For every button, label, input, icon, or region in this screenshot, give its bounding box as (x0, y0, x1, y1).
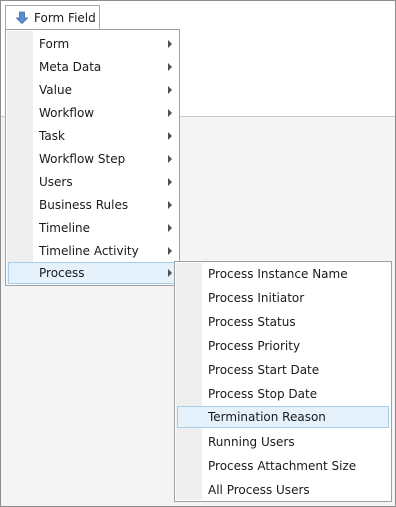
menu-item-process[interactable]: Process (8, 262, 177, 284)
menu-item-label: Process Start Date (208, 363, 320, 377)
chevron-right-icon (168, 201, 172, 209)
menu-item-timeline[interactable]: Timeline (8, 217, 177, 239)
submenu-item-process-start-date[interactable]: Process Start Date (177, 359, 389, 381)
chevron-right-icon (168, 178, 172, 186)
chevron-right-icon (168, 155, 172, 163)
submenu-item-running-users[interactable]: Running Users (177, 431, 389, 453)
submenu-item-process-instance-name[interactable]: Process Instance Name (177, 263, 389, 285)
menu-item-form[interactable]: Form (8, 33, 177, 55)
submenu-item-termination-reason[interactable]: Termination Reason (177, 406, 389, 428)
menu-item-label: Process Stop Date (208, 387, 318, 401)
menu-item-business-rules[interactable]: Business Rules (8, 194, 177, 216)
menu-item-label: Process (39, 266, 85, 280)
submenu-item-process-status[interactable]: Process Status (177, 311, 389, 333)
submenu-item-process-attachment-size[interactable]: Process Attachment Size (177, 455, 389, 477)
menu-item-label: Task (39, 129, 65, 143)
down-arrow-icon (15, 11, 29, 25)
menu-item-task[interactable]: Task (8, 125, 177, 147)
form-field-dropdown-button[interactable]: Form Field (5, 5, 100, 29)
menu-item-label: Process Instance Name (208, 267, 348, 281)
menu-item-label: Process Priority (208, 339, 301, 353)
form-field-menu: Form Meta Data Value Workflow Task Workf… (5, 29, 180, 286)
chevron-right-icon (168, 40, 172, 48)
submenu-item-process-initiator[interactable]: Process Initiator (177, 287, 389, 309)
menu-item-label: Workflow (39, 106, 95, 120)
menu-item-users[interactable]: Users (8, 171, 177, 193)
menu-item-label: Termination Reason (208, 410, 326, 424)
menu-item-label: Workflow Step (39, 152, 126, 166)
menu-item-label: All Process Users (208, 483, 310, 497)
submenu-item-process-stop-date[interactable]: Process Stop Date (177, 383, 389, 405)
menu-item-label: Timeline Activity (39, 244, 139, 258)
submenu-item-process-priority[interactable]: Process Priority (177, 335, 389, 357)
form-field-label: Form Field (34, 10, 96, 25)
menu-item-timeline-activity[interactable]: Timeline Activity (8, 240, 177, 262)
menu-item-label: Meta Data (39, 60, 102, 74)
chevron-right-icon (168, 132, 172, 140)
menu-item-label: Timeline (39, 221, 91, 235)
submenu-item-all-process-users[interactable]: All Process Users (177, 479, 389, 501)
menu-item-label: Process Initiator (208, 291, 305, 305)
menu-item-label: Form (39, 37, 70, 51)
menu-item-meta-data[interactable]: Meta Data (8, 56, 177, 78)
menu-item-label: Running Users (208, 435, 295, 449)
chevron-right-icon (168, 86, 172, 94)
menu-item-value[interactable]: Value (8, 79, 177, 101)
chevron-right-icon (168, 63, 172, 71)
process-submenu: Process Instance Name Process Initiator … (174, 261, 392, 502)
menu-item-workflow[interactable]: Workflow (8, 102, 177, 124)
menu-item-label: Value (39, 83, 72, 97)
chevron-right-icon (168, 247, 172, 255)
menu-item-label: Business Rules (39, 198, 129, 212)
chevron-right-icon (168, 109, 172, 117)
chevron-right-icon (168, 224, 172, 232)
chevron-right-icon (168, 269, 172, 277)
menu-item-workflow-step[interactable]: Workflow Step (8, 148, 177, 170)
menu-item-label: Process Attachment Size (208, 459, 357, 473)
menu-item-label: Process Status (208, 315, 296, 329)
menu-item-label: Users (39, 175, 73, 189)
